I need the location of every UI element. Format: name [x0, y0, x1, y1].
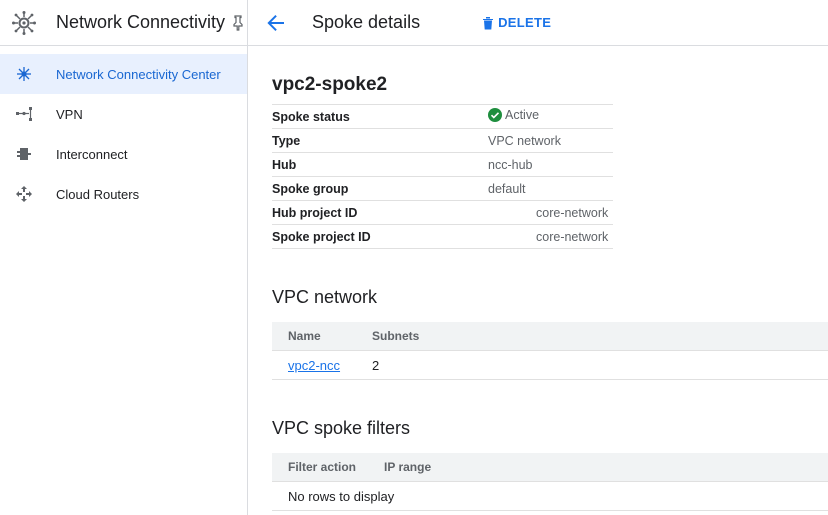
pin-icon[interactable] [231, 14, 245, 32]
detail-row: Spoke group default [272, 176, 613, 201]
sidebar: Network Connectivity Network Connectivit… [0, 0, 248, 515]
trash-icon [483, 16, 494, 29]
table-row: vpc2-ncc 2 [272, 350, 828, 380]
vpc-network-link-text[interactable]: vpc2-ncc [288, 358, 340, 373]
interconnect-icon [14, 144, 34, 164]
vpc-network-table: Name Subnets vpc2-ncc 2 [272, 322, 828, 380]
delete-label: DELETE [498, 15, 552, 30]
network-connectivity-logo-icon [12, 10, 36, 35]
spoke-details-table: Spoke status Active Type VPC network Hub… [272, 104, 613, 249]
detail-key: Spoke project ID [272, 224, 488, 249]
sidebar-nav: Network Connectivity Center VPN Intercon… [0, 54, 247, 214]
detail-key: Spoke group [272, 176, 488, 201]
hub-icon [14, 64, 34, 84]
status-text: Active [505, 108, 540, 122]
column-header-name[interactable]: Name [272, 322, 356, 351]
detail-row: Spoke project ID core-network [272, 224, 613, 249]
column-header-filter-action[interactable]: Filter action [272, 453, 368, 482]
delete-button[interactable]: DELETE [482, 15, 551, 30]
vpc-network-link[interactable]: vpc2-ncc [272, 350, 356, 380]
detail-key: Hub project ID [272, 200, 488, 225]
router-icon [14, 184, 34, 204]
status-badge: Active [488, 108, 539, 122]
detail-row: Spoke status Active [272, 104, 613, 129]
detail-key: Hub [272, 152, 488, 177]
detail-value: core-network [488, 200, 613, 225]
sidebar-item-label: Interconnect [56, 146, 128, 162]
product-title: Network Connectivity [56, 12, 226, 32]
vpn-icon [14, 104, 34, 124]
vpc-network-title: VPC network [272, 287, 378, 307]
detail-value: core-network [488, 224, 613, 249]
detail-row: Hub project ID core-network [272, 200, 613, 225]
vpc-spoke-filters-table: Filter action IP range No rows to displa… [272, 453, 828, 511]
page-title: Spoke details [312, 12, 421, 32]
table-row: No rows to display [272, 481, 828, 511]
detail-key: Spoke status [272, 104, 488, 129]
detail-value: Active [488, 104, 613, 129]
table-header-row: Name Subnets [272, 322, 828, 351]
sidebar-header: Network Connectivity [0, 0, 247, 46]
sidebar-item-interconnect[interactable]: Interconnect [0, 134, 247, 174]
page-header: Spoke details DELETE [248, 0, 828, 46]
table-header-row: Filter action IP range [272, 453, 828, 482]
detail-row: Hub ncc-hub [272, 152, 613, 177]
detail-value: default [488, 176, 613, 201]
detail-row: Type VPC network [272, 128, 613, 153]
sidebar-item-cloud-routers[interactable]: Cloud Routers [0, 174, 247, 214]
sidebar-item-label: Cloud Routers [56, 186, 140, 202]
sidebar-item-network-connectivity-center[interactable]: Network Connectivity Center [0, 54, 247, 94]
detail-value: VPC network [488, 128, 613, 153]
empty-message: No rows to display [272, 481, 828, 511]
spoke-name: vpc2-spoke2 [272, 74, 388, 95]
check-circle-icon [488, 108, 502, 122]
vpc-spoke-filters-title: VPC spoke filters [272, 418, 411, 438]
sidebar-item-label: Network Connectivity Center [56, 66, 221, 82]
column-header-subnets[interactable]: Subnets [356, 322, 828, 351]
detail-key: Type [272, 128, 488, 153]
detail-value: ncc-hub [488, 152, 613, 177]
main-panel: Spoke details DELETE vpc2-spoke2 Spoke s… [248, 0, 828, 515]
sidebar-item-label: VPN [56, 106, 83, 122]
content: vpc2-spoke2 Spoke status Active Type VPC… [248, 74, 828, 511]
back-arrow-icon[interactable] [264, 11, 288, 35]
subnets-cell: 2 [356, 350, 828, 380]
sidebar-item-vpn[interactable]: VPN [0, 94, 247, 134]
column-header-ip-range[interactable]: IP range [368, 453, 828, 482]
